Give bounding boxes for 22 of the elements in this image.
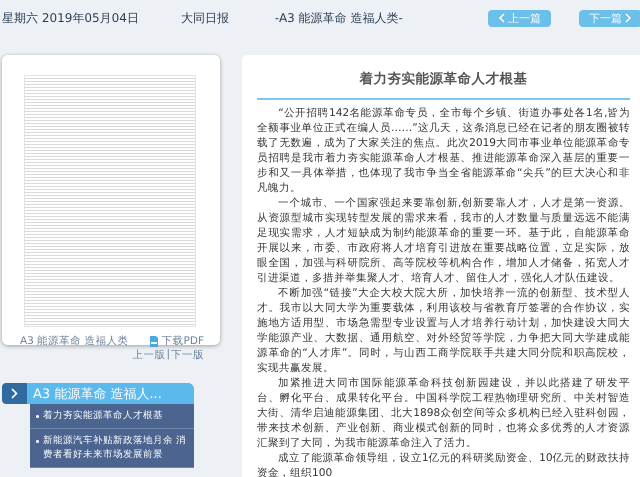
article-list-item[interactable]: 新能源汽车补贴新政落地月余 消费者看好未来市场发展前景 [30,429,194,468]
previous-article-button[interactable]: 上一篇 [488,10,551,26]
chevron-left-icon [498,13,505,23]
page-section-title: -A3 能源革命 造福人类- [274,10,403,26]
article-list-item[interactable]: 着力夯实能源革命人才根基 [30,404,194,429]
section-title: A3 能源革命 造福人... [27,383,194,404]
newspaper-name: 大同日报 [180,10,229,26]
issue-date: 星期六 2019年05月04日 [2,10,139,26]
article-paragraph: 不断加强“链接”大企大校大院大所，加快培养一流的创新型、技术型人才。我市以大同大学为重要载体，利用该校与省教育厅签署的合作协议，实施地方适用型、市场急需型专业设置与人才培养行动计划，加快建设大同大学能源产业、大数据、通用航空、对外经贸等学院，力争把大同大学建成能源革命的“人才库”。同时，与山西工商学院联手共建大同分院和职高院校，实现共赢发展。 [257,286,630,376]
article-paragraph: 加紧推进大同市国际能源革命科技创新园建设，并以此搭建了研发平台、孵化平台、成果转化平台。中国科学院工程热物理研究所、中关村智造大街、清华启迪能源集团、北大1898众创空间等众多机构已经入驻科创园，带来技术创新、产业创新、商业模式创新的同时，也将众多优秀的人才资源汇聚到了大同，为我市能源革命注入了活力。 [257,376,630,451]
article-title: 着力夯实能源革命人才根基 [257,70,630,100]
next-article-button[interactable]: 下一篇 [578,10,640,26]
previous-page-link[interactable]: 上一版 [132,348,166,362]
article-paragraph: “公开招聘142名能源革命专员，全市每个乡镇、街道办事处各1名,皆为全额事业单位正式在编人员……”这几天，这条消息已经在记者的朋友圈被转载了无数遍，成为了大家关注的焦点。此次2019大同市事业单位能源革命专员招聘是我市着力夯实能源革命人才根基、推进能源革命深入基层的重要一步和又一具体举措，也体现了我市争当全省能源革命“尖兵”的巨大决心和非凡魄力。 [257,106,630,196]
download-pdf-link[interactable]: 下载PDF [162,334,204,348]
link-separator: | [166,348,170,362]
next-page-link[interactable]: 下一版 [171,348,204,362]
chevron-right-icon [624,13,632,23]
page-caption: A3 能源革命 造福人类 [20,334,129,349]
newspaper-page-placeholder[interactable] [24,75,196,327]
article-paragraph: 一个城市、一个国家强起来要靠创新,创新要靠人才，人才是第一资源。从资源型城市实现转型发展的需求来看，我市的人才数量与质量远远不能满足现实需求，人才短缺成为制约能源革命的重要一环。基于此，自能源革命开展以来，市委、市政府将人才培育引进放在重要战略位置，立足实际，放眼全国，加强与科研院所、高等院校等机构合作，增加人才储备，拓宽人才引进渠道，多措并举集聚人才、培育人才、留住人才，强化人才队伍建设。 [257,196,630,286]
chevron-right-icon [11,388,18,399]
